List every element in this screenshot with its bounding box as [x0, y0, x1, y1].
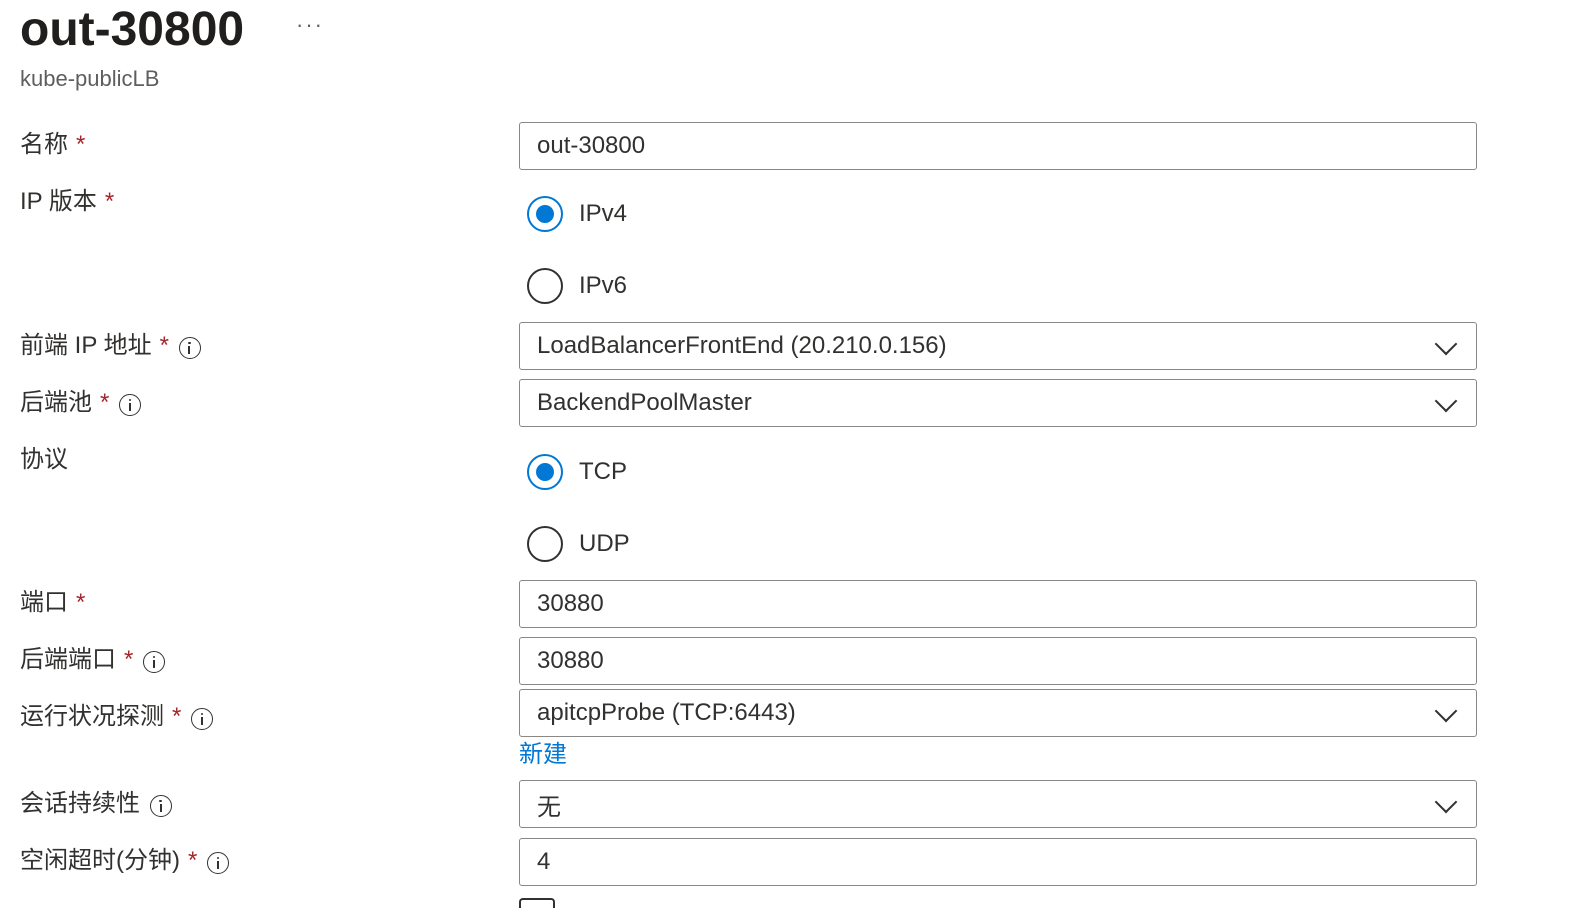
ip-version-label-row: IP 版本 *	[20, 186, 114, 218]
chevron-down-icon	[1434, 389, 1458, 413]
idle-timeout-label-row: 空闲超时(分钟) *	[20, 845, 230, 877]
frontend-ip-label: 前端 IP 地址	[20, 332, 152, 359]
udp-radio[interactable]: UDP	[527, 526, 630, 562]
backend-pool-dropdown[interactable]: BackendPoolMaster	[519, 379, 1477, 427]
partial-checkbox[interactable]	[519, 898, 555, 908]
backend-port-label: 后端端口	[20, 646, 116, 673]
radio-unchecked-icon[interactable]	[527, 526, 563, 562]
required-marker: *	[124, 646, 134, 673]
port-input[interactable]	[537, 590, 1437, 618]
required-marker: *	[76, 589, 86, 616]
required-marker: *	[100, 389, 110, 416]
name-input[interactable]	[537, 132, 1437, 160]
radio-checked-icon[interactable]	[527, 196, 563, 232]
backend-port-field[interactable]	[519, 637, 1477, 685]
port-label-row: 端口 *	[20, 587, 85, 619]
tcp-radio-label: TCP	[579, 458, 627, 485]
session-persistence-label-row: 会话持续性	[20, 788, 172, 820]
chevron-down-icon	[1434, 699, 1458, 723]
chevron-down-icon	[1434, 790, 1458, 814]
idle-timeout-field[interactable]	[519, 838, 1477, 886]
idle-timeout-input[interactable]	[537, 848, 1437, 876]
backend-pool-label-row: 后端池 *	[20, 387, 142, 419]
radio-unchecked-icon[interactable]	[527, 268, 563, 304]
ip-version-label: IP 版本	[20, 188, 97, 215]
health-probe-dropdown[interactable]: apitcpProbe (TCP:6443)	[519, 689, 1477, 737]
info-icon[interactable]	[178, 337, 201, 359]
info-icon[interactable]	[207, 852, 230, 874]
protocol-label: 协议	[20, 446, 68, 473]
health-probe-value: apitcpProbe (TCP:6443)	[537, 699, 796, 726]
required-marker: *	[159, 332, 169, 359]
info-icon[interactable]	[143, 651, 166, 673]
radio-checked-icon[interactable]	[527, 454, 563, 490]
page-title: out-30800	[20, 3, 245, 56]
ipv6-radio-label: IPv6	[579, 272, 628, 299]
backend-pool-label: 后端池	[20, 389, 92, 416]
info-icon[interactable]	[119, 394, 142, 416]
info-icon[interactable]	[150, 795, 172, 817]
udp-radio-label: UDP	[579, 530, 630, 557]
info-icon[interactable]	[191, 708, 214, 730]
name-label-row: 名称 *	[20, 129, 85, 161]
session-persistence-label: 会话持续性	[20, 790, 140, 817]
frontend-ip-value: LoadBalancerFrontEnd (20.210.0.156)	[537, 332, 947, 359]
protocol-label-row: 协议	[20, 444, 68, 476]
session-persistence-value: 无	[537, 793, 561, 821]
backend-port-label-row: 后端端口 *	[20, 644, 166, 676]
required-marker: *	[187, 847, 198, 874]
health-probe-label: 运行状况探测	[20, 703, 164, 730]
frontend-ip-dropdown[interactable]: LoadBalancerFrontEnd (20.210.0.156)	[519, 322, 1477, 370]
required-marker: *	[172, 703, 182, 730]
health-probe-label-row: 运行状况探测 *	[20, 701, 214, 733]
name-field[interactable]	[519, 122, 1477, 170]
ipv6-radio[interactable]: IPv6	[527, 268, 627, 304]
frontend-ip-label-row: 前端 IP 地址 *	[20, 330, 201, 362]
name-label: 名称	[20, 131, 68, 158]
backend-port-input[interactable]	[537, 647, 1437, 675]
backend-pool-value: BackendPoolMaster	[537, 389, 752, 416]
idle-timeout-label: 空闲超时(分钟)	[20, 847, 180, 874]
create-new-probe-link[interactable]: 新建	[519, 740, 567, 770]
port-field[interactable]	[519, 580, 1477, 628]
more-options-button[interactable]: ···	[296, 10, 324, 40]
session-persistence-dropdown[interactable]: 无	[519, 780, 1477, 828]
ipv4-radio-label: IPv4	[579, 200, 628, 227]
page-subtitle: kube-publicLB	[20, 66, 160, 91]
tcp-radio[interactable]: TCP	[527, 454, 627, 490]
port-label: 端口	[20, 589, 68, 616]
ipv4-radio[interactable]: IPv4	[527, 196, 627, 232]
required-marker: *	[104, 188, 115, 215]
required-marker: *	[76, 131, 86, 158]
chevron-down-icon	[1434, 332, 1458, 356]
